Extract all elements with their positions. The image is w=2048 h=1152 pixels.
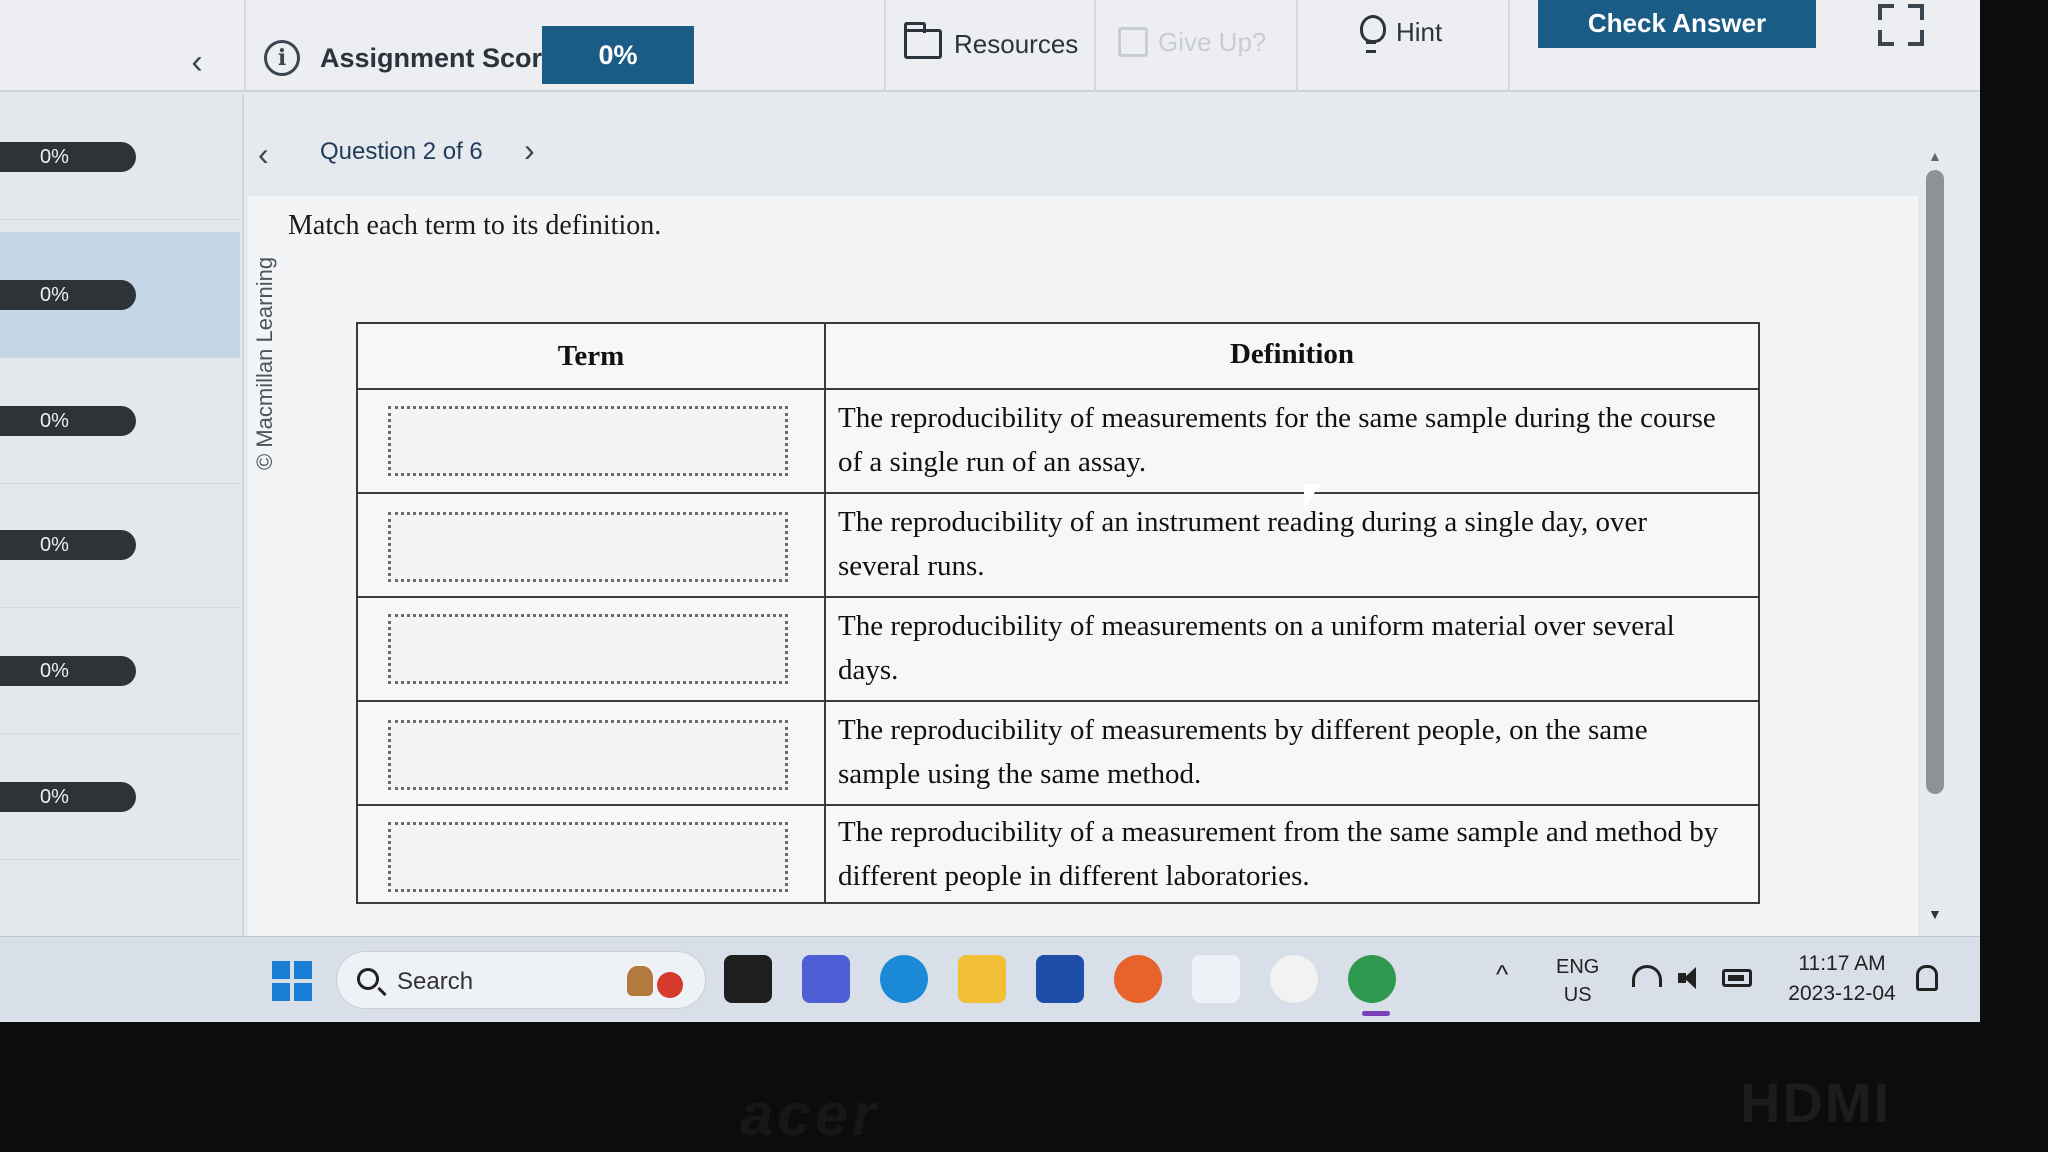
table-row: The reproducibility of measurements by d… — [358, 700, 1758, 804]
term-header: Term — [557, 340, 625, 372]
taskbar: Search ^ ENG US 11:17 AM 2023-12-04 — [0, 936, 1980, 1022]
clock[interactable]: 11:17 AM 2023-12-04 — [1780, 949, 1904, 1009]
hdmi-logo: HDMI — [1740, 1071, 1892, 1134]
search-label: Search — [397, 968, 474, 995]
table-row: The reproducibility of measurements on a… — [358, 596, 1758, 700]
assignment-score-value: 0% — [542, 26, 694, 84]
taskbar-search-box[interactable]: Search — [336, 951, 706, 1009]
time: 11:17 AM — [1798, 952, 1886, 975]
sidebar-item-question-1[interactable]: 0% — [0, 94, 240, 220]
previous-question-button[interactable]: ‹ — [258, 136, 269, 173]
term-dropzone[interactable] — [388, 406, 788, 476]
firefox-icon[interactable] — [1114, 955, 1162, 1003]
next-question-button[interactable]: › — [524, 132, 535, 169]
flag-icon — [1118, 27, 1148, 57]
sidebar-item-question-2[interactable]: 0% — [0, 232, 240, 358]
vertical-scrollbar[interactable]: ▲ ▼ — [1922, 148, 1948, 928]
term-dropzone[interactable] — [388, 512, 788, 582]
definition-text: The reproducibility of measurements for … — [838, 402, 1716, 478]
file-explorer-dark-icon[interactable] — [724, 955, 772, 1003]
question-score-pill: 0% — [0, 529, 136, 560]
sidebar-item-question-5[interactable]: 0% — [0, 608, 240, 734]
fullscreen-icon[interactable] — [1878, 4, 1924, 46]
language-code: ENG — [1556, 956, 1600, 978]
scroll-thumb[interactable] — [1926, 170, 1944, 794]
table-row: The reproducibility of an instrument rea… — [358, 492, 1758, 596]
hint-button[interactable]: Hint — [1360, 12, 1443, 53]
meet-icon[interactable] — [802, 955, 850, 1003]
battery-icon[interactable] — [1722, 969, 1752, 987]
search-icon — [357, 968, 379, 990]
chrome-icon[interactable] — [1348, 955, 1396, 1003]
windows-start-icon[interactable] — [272, 961, 312, 1001]
question-sidebar: 0% 0% 0% 0% 0% 0% — [0, 94, 244, 936]
divider — [244, 0, 246, 92]
scroll-down-arrow-icon[interactable]: ▼ — [1928, 906, 1942, 922]
sidebar-item-question-3[interactable]: 0% — [0, 358, 240, 484]
search-highlight-icon — [627, 966, 687, 998]
hint-label: Hint — [1396, 16, 1443, 47]
question-score-pill: 0% — [0, 279, 136, 310]
wifi-icon[interactable] — [1632, 965, 1662, 987]
mouse-cursor-icon — [1304, 484, 1320, 510]
store-icon[interactable] — [1036, 955, 1084, 1003]
give-up-label: Give Up? — [1158, 26, 1267, 57]
active-app-indicator — [1362, 1011, 1390, 1016]
question-prompt: Match each term to its definition. — [288, 210, 662, 241]
give-up-button[interactable]: Give Up? — [1118, 22, 1266, 62]
definition-header: Definition — [1229, 338, 1355, 370]
region-code: US — [1563, 984, 1592, 1006]
language-indicator[interactable]: ENG US — [1556, 953, 1599, 1009]
bezel-logo: acer — [740, 1081, 880, 1148]
check-answer-button[interactable]: Check Answer — [1538, 0, 1816, 48]
question-score-pill: 0% — [0, 405, 136, 436]
question-counter: Question 2 of 6 — [320, 138, 483, 165]
definition-text: The reproducibility of measurements by d… — [838, 714, 1648, 790]
term-dropzone[interactable] — [388, 822, 788, 892]
table-row: The reproducibility of a measurement fro… — [358, 804, 1758, 904]
table-row: The reproducibility of measurements for … — [358, 388, 1758, 492]
folder-icon[interactable] — [958, 955, 1006, 1003]
shield-app-icon[interactable] — [1270, 955, 1318, 1003]
divider — [1094, 0, 1096, 92]
collapse-sidebar-button[interactable]: ‹ — [180, 40, 214, 84]
amazon-icon[interactable] — [1192, 955, 1240, 1003]
tray-expand-icon[interactable]: ^ — [1496, 959, 1508, 990]
definition-text: The reproducibility of an instrument rea… — [838, 506, 1648, 582]
term-dropzone[interactable] — [388, 614, 788, 684]
volume-icon[interactable] — [1678, 967, 1700, 989]
definition-text: The reproducibility of a measurement fro… — [838, 816, 1719, 892]
sidebar-item-question-4[interactable]: 0% — [0, 482, 240, 608]
top-toolbar: ‹ i Assignment Score: 0% Resources Give … — [0, 0, 1980, 92]
matching-table: Term Definition The reproducibility of m… — [356, 322, 1760, 904]
copyright-notice: © Macmillan Learning — [252, 256, 277, 470]
notification-icon[interactable] — [1916, 965, 1938, 991]
question-score-pill: 0% — [0, 141, 136, 172]
resources-label: Resources — [954, 28, 1079, 59]
edge-icon[interactable] — [880, 955, 928, 1003]
info-icon[interactable]: i — [264, 40, 300, 76]
question-score-pill: 0% — [0, 655, 136, 686]
scroll-up-arrow-icon[interactable]: ▲ — [1928, 148, 1942, 164]
date: 2023-12-04 — [1788, 982, 1896, 1005]
divider — [1508, 0, 1510, 92]
assignment-score-label: Assignment Score: — [320, 43, 567, 73]
definition-text: The reproducibility of measurements on a… — [838, 610, 1675, 686]
term-dropzone[interactable] — [388, 720, 788, 790]
folder-icon — [904, 22, 942, 59]
sidebar-item-question-6[interactable]: 0% — [0, 734, 240, 860]
screen: ‹ i Assignment Score: 0% Resources Give … — [0, 0, 1980, 1022]
lightbulb-icon — [1360, 15, 1386, 53]
resources-button[interactable]: Resources — [904, 22, 1079, 64]
divider — [1296, 0, 1298, 92]
divider — [884, 0, 886, 92]
question-score-pill: 0% — [0, 781, 136, 812]
